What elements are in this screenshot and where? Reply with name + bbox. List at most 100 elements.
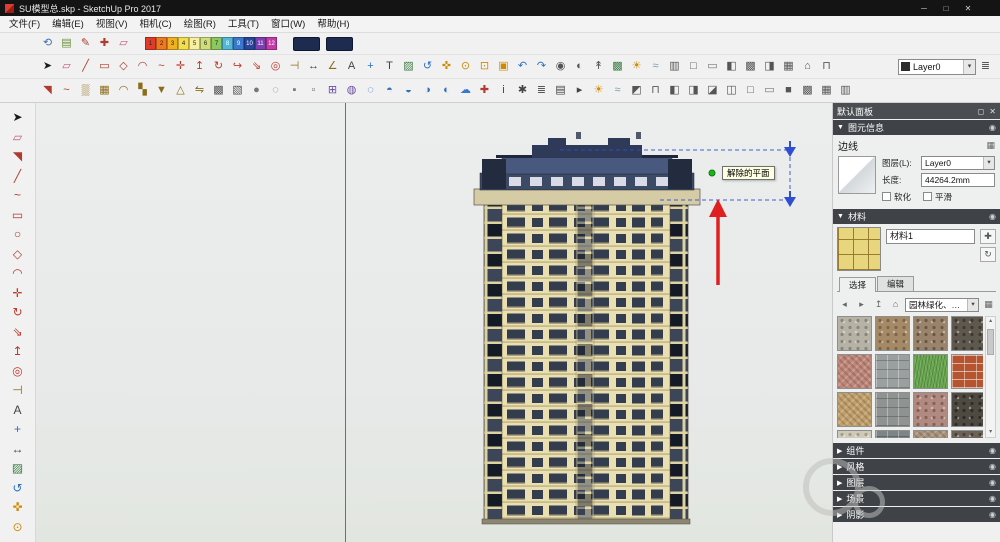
- palette-color-6[interactable]: 6: [200, 37, 211, 50]
- textured-style-icon[interactable]: ▩: [798, 81, 817, 100]
- shadows-dialog-icon[interactable]: ☀: [589, 81, 608, 100]
- hide-icon[interactable]: ●: [247, 81, 266, 100]
- palette-color-9[interactable]: 9: [233, 37, 244, 50]
- palette-color-11[interactable]: 11: [255, 37, 266, 50]
- section-fill-toggle[interactable]: ▩: [608, 57, 627, 76]
- freehand-tool[interactable]: ~: [3, 186, 33, 206]
- stamp-tool[interactable]: ▚: [133, 81, 152, 100]
- entity-info-header[interactable]: ▼ 图元信息 ◉: [833, 120, 1000, 135]
- shadows-toggle[interactable]: ☀: [627, 57, 646, 76]
- solid-subtract-tool[interactable]: ◒: [399, 81, 418, 100]
- parent-folder-icon[interactable]: ↥: [871, 297, 886, 312]
- top-view-icon[interactable]: ⊓: [646, 81, 665, 100]
- material-swatch-2[interactable]: [875, 316, 910, 351]
- shapes-tool[interactable]: ◇: [114, 57, 133, 76]
- look-around-tool[interactable]: ◐: [570, 57, 589, 76]
- match-photo-icon[interactable]: ▧: [228, 81, 247, 100]
- pin-icon[interactable]: ◉: [989, 462, 996, 471]
- move-tool[interactable]: ✛: [171, 57, 190, 76]
- back-edges-toggle[interactable]: ▥: [665, 57, 684, 76]
- entity-details-button[interactable]: ▦: [986, 140, 995, 151]
- top-view-icon[interactable]: ⊓: [817, 57, 836, 76]
- rotate-tool[interactable]: ↻: [3, 303, 33, 323]
- palette-color-2[interactable]: 2: [156, 37, 167, 50]
- unhide-icon[interactable]: ◌: [266, 81, 285, 100]
- extension-warehouse-icon[interactable]: ✚: [475, 81, 494, 100]
- palette-color-1[interactable]: 1: [145, 37, 156, 50]
- push-pull-tool[interactable]: ↥: [3, 342, 33, 362]
- lock-icon[interactable]: ▪: [285, 81, 304, 100]
- palette-color-10[interactable]: 10: [244, 37, 255, 50]
- model-info-icon[interactable]: i: [494, 81, 513, 100]
- outer-shell-tool[interactable]: ◌: [361, 81, 380, 100]
- pin-icon[interactable]: ◉: [989, 510, 996, 519]
- previous-view-icon[interactable]: ↶: [513, 57, 532, 76]
- pan-tool[interactable]: ✜: [3, 498, 33, 518]
- tray-section-shadows[interactable]: ▶ 阴影 ◉: [833, 507, 1000, 522]
- right-view-icon[interactable]: ◨: [684, 81, 703, 100]
- scale-tool[interactable]: ⇘: [247, 57, 266, 76]
- push-pull-tool[interactable]: ↥: [190, 57, 209, 76]
- shaded-style-icon[interactable]: ■: [779, 81, 798, 100]
- tray-float-button[interactable]: ◻: [978, 107, 985, 116]
- menu-window[interactable]: 窗口(W): [265, 16, 311, 33]
- eraser-tool[interactable]: ▱: [3, 128, 33, 148]
- maximize-button[interactable]: □: [935, 4, 957, 13]
- follow-me-tool[interactable]: ↪: [228, 57, 247, 76]
- menu-camera[interactable]: 相机(C): [133, 16, 177, 33]
- next-view-icon[interactable]: ↷: [532, 57, 551, 76]
- preferences-icon[interactable]: ✱: [513, 81, 532, 100]
- walk-tool[interactable]: ↟: [589, 57, 608, 76]
- polygon-tool[interactable]: ◇: [3, 245, 33, 265]
- flip-edge-tool[interactable]: ⇋: [190, 81, 209, 100]
- material-swatch-16[interactable]: [951, 430, 984, 438]
- swatch-scrollbar[interactable]: ▴ ▾: [985, 316, 996, 438]
- menu-tools[interactable]: 工具(T): [222, 16, 265, 33]
- text-tool[interactable]: A: [342, 57, 361, 76]
- scroll-up-arrow[interactable]: ▴: [986, 317, 995, 326]
- tower-crown[interactable]: [473, 132, 701, 206]
- scroll-down-arrow[interactable]: ▾: [986, 428, 995, 437]
- x-ray-style-icon[interactable]: ▦: [779, 57, 798, 76]
- material-swatch-5[interactable]: [837, 354, 872, 389]
- rectangle-tool[interactable]: ▭: [95, 57, 114, 76]
- material-swatch-7[interactable]: [913, 354, 948, 389]
- sample-paint-button[interactable]: ↻: [980, 247, 996, 262]
- paint-bucket-tool[interactable]: ◥: [3, 147, 33, 167]
- solid-intersect-tool[interactable]: ◐: [437, 81, 456, 100]
- line-tool[interactable]: ╱: [76, 57, 95, 76]
- pin-icon[interactable]: ◉: [989, 478, 996, 487]
- material-swatch-1[interactable]: [837, 316, 872, 351]
- circle-tool[interactable]: ○: [3, 225, 33, 245]
- fog-dialog-icon[interactable]: ≈: [608, 81, 627, 100]
- rectangle-tool[interactable]: ▭: [3, 206, 33, 226]
- length-value-field[interactable]: 44264.2mm: [921, 173, 995, 187]
- layers-icon[interactable]: ≣: [532, 81, 551, 100]
- palette-color-3[interactable]: 3: [167, 37, 178, 50]
- 3d-text-tool[interactable]: T: [380, 57, 399, 76]
- back-icon[interactable]: ◂: [837, 297, 852, 312]
- dimension-tool[interactable]: ↔: [304, 57, 323, 76]
- minimize-button[interactable]: ─: [913, 4, 935, 13]
- material-swatch-8[interactable]: [951, 354, 984, 389]
- zoom-extents-tool[interactable]: ▣: [494, 57, 513, 76]
- curve-edit-icon[interactable]: ✎: [76, 34, 95, 53]
- building-model[interactable]: [36, 103, 832, 542]
- material-swatch-13[interactable]: [837, 430, 872, 438]
- make-component-tool[interactable]: ⊞: [323, 81, 342, 100]
- tray-section-layers[interactable]: ▶ 图层 ◉: [833, 475, 1000, 490]
- layer-dropdown[interactable]: Layer0 ▾: [898, 58, 976, 75]
- pin-icon[interactable]: ◉: [989, 446, 996, 455]
- solid-trim-tool[interactable]: ◑: [418, 81, 437, 100]
- arc-tool[interactable]: ◠: [133, 57, 152, 76]
- tab-select[interactable]: 选择: [839, 277, 877, 292]
- soften-checkbox[interactable]: [882, 192, 891, 201]
- menu-edit[interactable]: 编辑(E): [46, 16, 90, 33]
- left-view-icon[interactable]: ◫: [722, 81, 741, 100]
- material-swatch-3[interactable]: [913, 316, 948, 351]
- tray-section-scenes[interactable]: ▶ 场景 ◉: [833, 491, 1000, 506]
- pan-tool[interactable]: ✜: [437, 57, 456, 76]
- shaded-style-icon[interactable]: ◧: [722, 57, 741, 76]
- zoom-tool[interactable]: ⊙: [3, 518, 33, 538]
- tower-body[interactable]: [481, 202, 691, 525]
